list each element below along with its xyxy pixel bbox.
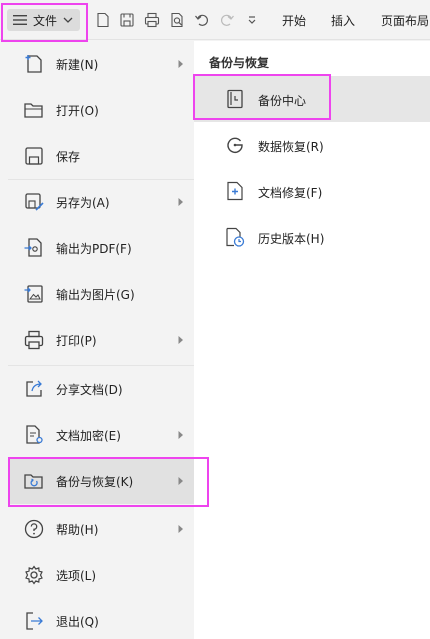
menu-item-backup-restore[interactable]: 备份与恢复(K): [8, 458, 194, 504]
chevron-right-icon: [178, 477, 183, 485]
menu-item-label: 分享文档(D): [56, 382, 123, 397]
customize-toolbar-icon[interactable]: [244, 12, 260, 28]
toolbar-divider: [87, 13, 88, 27]
menu-item-print[interactable]: 打印(P): [8, 317, 194, 363]
encrypt-document-icon: [26, 425, 43, 444]
export-pdf-icon: [24, 238, 42, 257]
new-document-icon: [25, 55, 42, 73]
menu-item-exit[interactable]: 退出(Q): [8, 598, 194, 639]
print-icon[interactable]: [144, 12, 160, 28]
save-icon: [25, 147, 43, 165]
menu-item-new[interactable]: 新建(N): [8, 41, 194, 87]
menu-item-label: 新建(N): [56, 57, 99, 72]
save-as-icon: [25, 193, 44, 211]
submenu-item-backup-center[interactable]: 备份中心: [194, 76, 430, 122]
file-menu: 新建(N) 打开(O) 保存 另存为(A) 输出为PDF(F) 输出为图片(G)…: [0, 41, 194, 639]
submenu-item-label: 备份中心: [258, 94, 307, 108]
redo-icon[interactable]: [219, 12, 235, 28]
menu-item-label: 备份与恢复(K): [56, 474, 134, 489]
menu-item-encrypt[interactable]: 文档加密(E): [8, 412, 194, 458]
menu-item-label: 打开(O): [56, 103, 99, 118]
menu-item-label: 选项(L): [56, 568, 97, 583]
print-preview-icon[interactable]: [169, 12, 185, 28]
backup-restore-panel: 备份与恢复 备份中心 数据恢复(R) 文档修复(F) 历史版本(H): [194, 41, 430, 639]
toolbar: 文件 开始 插入 页面布局: [0, 0, 430, 40]
chevron-right-icon: [178, 431, 183, 439]
data-recovery-icon: [227, 137, 243, 154]
tab-page-layout[interactable]: 页面布局: [381, 12, 429, 29]
history-version-icon: [226, 227, 245, 247]
folder-open-icon: [24, 103, 43, 118]
menu-item-help[interactable]: 帮助(H): [8, 506, 194, 552]
hamburger-icon: [13, 15, 27, 25]
document-repair-icon: [227, 181, 243, 201]
menu-item-label: 输出为图片(G): [56, 287, 135, 302]
menu-item-open[interactable]: 打开(O): [8, 87, 194, 133]
menu-item-save-as[interactable]: 另存为(A): [8, 179, 194, 225]
new-file-icon[interactable]: [95, 12, 111, 28]
export-image-icon: [24, 285, 43, 303]
menu-item-label: 退出(Q): [56, 614, 99, 629]
menu-item-label: 帮助(H): [56, 522, 99, 537]
submenu-item-data-recovery[interactable]: 数据恢复(R): [194, 122, 430, 168]
gear-icon: [25, 565, 43, 585]
chevron-down-icon: [63, 17, 73, 23]
menu-item-share[interactable]: 分享文档(D): [8, 366, 194, 412]
submenu-item-label: 数据恢复(R): [258, 140, 324, 154]
menu-item-export-image[interactable]: 输出为图片(G): [8, 271, 194, 317]
backup-restore-icon: [24, 474, 43, 489]
tab-insert[interactable]: 插入: [331, 12, 355, 29]
backup-center-icon: [227, 89, 243, 109]
undo-icon[interactable]: [194, 12, 210, 28]
chevron-right-icon: [178, 525, 183, 533]
tab-home[interactable]: 开始: [282, 12, 306, 29]
menu-item-label: 打印(P): [56, 333, 97, 348]
submenu-item-label: 文档修复(F): [258, 186, 323, 200]
file-menu-button[interactable]: 文件: [7, 9, 80, 31]
printer-icon: [24, 330, 44, 350]
menu-item-label: 输出为PDF(F): [56, 241, 132, 256]
file-menu-label: 文件: [33, 13, 58, 28]
submenu-item-label: 历史版本(H): [258, 232, 325, 246]
save-icon[interactable]: [119, 12, 135, 28]
chevron-right-icon: [178, 60, 183, 68]
menu-item-options[interactable]: 选项(L): [8, 552, 194, 598]
submenu-item-history-version[interactable]: 历史版本(H): [194, 214, 430, 260]
chevron-right-icon: [178, 336, 183, 344]
share-icon: [26, 380, 42, 397]
exit-icon: [26, 612, 43, 630]
panel-title: 备份与恢复: [209, 56, 270, 70]
chevron-right-icon: [178, 198, 183, 206]
menu-item-save[interactable]: 保存: [8, 133, 194, 179]
help-icon: [24, 519, 44, 539]
menu-item-label: 文档加密(E): [56, 428, 121, 443]
submenu-item-document-repair[interactable]: 文档修复(F): [194, 168, 430, 214]
menu-item-label: 保存: [56, 149, 81, 164]
menu-item-label: 另存为(A): [56, 195, 110, 210]
menu-item-export-pdf[interactable]: 输出为PDF(F): [8, 225, 194, 271]
